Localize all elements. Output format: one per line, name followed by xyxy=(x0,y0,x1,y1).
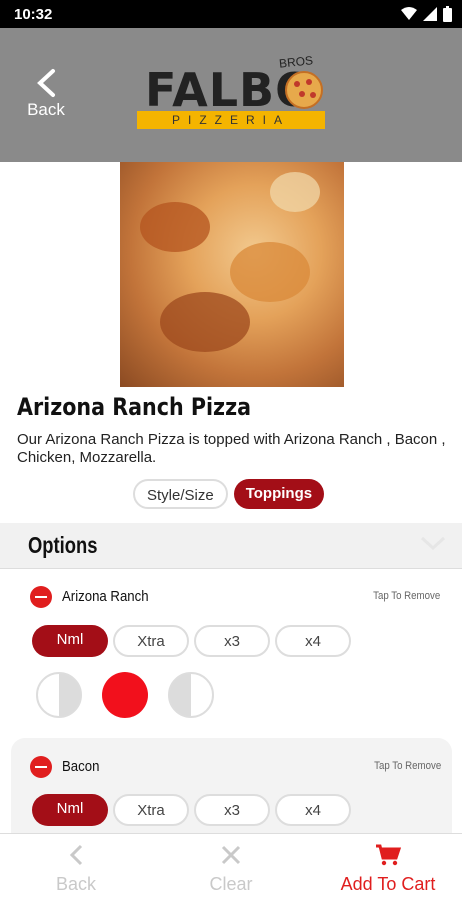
qty-extra[interactable]: Xtra xyxy=(113,625,189,657)
shopping-cart-icon xyxy=(376,844,401,866)
header-back-label: Back xyxy=(27,100,65,119)
topping-item: Arizona Ranch Tap To Remove Nml Xtra x3 … xyxy=(0,568,462,738)
close-icon xyxy=(221,845,241,865)
qty-x4[interactable]: x4 xyxy=(275,794,351,826)
tab-toppings[interactable]: Toppings xyxy=(233,479,325,509)
chevron-down-icon[interactable] xyxy=(420,535,446,551)
topping-name: Arizona Ranch xyxy=(62,588,149,605)
left-half-icon[interactable] xyxy=(36,672,82,718)
options-header[interactable]: Options xyxy=(0,523,462,569)
qty-x3[interactable]: x3 xyxy=(194,794,270,826)
bottom-action-bar: Back Clear Add To Cart xyxy=(0,833,462,901)
right-half-icon[interactable] xyxy=(168,672,214,718)
logo-banner: PIZZERIA xyxy=(137,111,325,129)
remove-minus-icon[interactable] xyxy=(30,756,52,778)
tab-style-size[interactable]: Style/Size xyxy=(133,479,228,509)
topping-name: Bacon xyxy=(62,758,100,775)
options-tabs: Style/Size Toppings xyxy=(133,479,325,509)
app-header: Back FALBO BROS PIZZERIA xyxy=(0,28,462,162)
status-bar: 10:32 xyxy=(0,0,462,28)
tap-to-remove[interactable]: Tap To Remove xyxy=(374,760,441,772)
signal-icon xyxy=(423,7,437,21)
bottom-back-button[interactable]: Back xyxy=(40,844,112,895)
chevron-left-icon xyxy=(37,69,55,97)
chevron-left-icon xyxy=(69,844,83,866)
whole-pizza-icon[interactable] xyxy=(102,672,148,718)
add-to-cart-label: Add To Cart xyxy=(340,874,436,894)
product-title: Arizona Ranch Pizza xyxy=(17,393,252,421)
qty-normal[interactable]: Nml xyxy=(32,794,108,826)
status-time: 10:32 xyxy=(14,6,53,23)
remove-minus-icon[interactable] xyxy=(30,586,52,608)
qty-normal[interactable]: Nml xyxy=(32,625,108,657)
falbo-logo: FALBO BROS PIZZERIA xyxy=(137,53,327,135)
tap-to-remove[interactable]: Tap To Remove xyxy=(373,590,440,602)
options-title: Options xyxy=(28,532,98,558)
quantity-selector: Nml Xtra x3 x4 xyxy=(32,625,351,657)
header-back-button[interactable]: Back xyxy=(18,68,74,120)
qty-x4[interactable]: x4 xyxy=(275,625,351,657)
quantity-selector: Nml Xtra x3 x4 xyxy=(32,794,351,826)
coverage-selector xyxy=(36,672,214,718)
clear-button[interactable]: Clear xyxy=(195,844,267,895)
product-image xyxy=(120,162,344,387)
clear-label: Clear xyxy=(209,874,253,894)
qty-extra[interactable]: Xtra xyxy=(113,794,189,826)
wifi-icon xyxy=(401,7,417,20)
product-description: Our Arizona Ranch Pizza is topped with A… xyxy=(17,431,446,466)
pizza-icon xyxy=(285,71,323,109)
battery-icon xyxy=(443,6,452,22)
status-icons xyxy=(401,6,452,22)
qty-x3[interactable]: x3 xyxy=(194,625,270,657)
bottom-back-label: Back xyxy=(55,874,97,894)
add-to-cart-button[interactable]: Add To Cart xyxy=(326,844,450,895)
